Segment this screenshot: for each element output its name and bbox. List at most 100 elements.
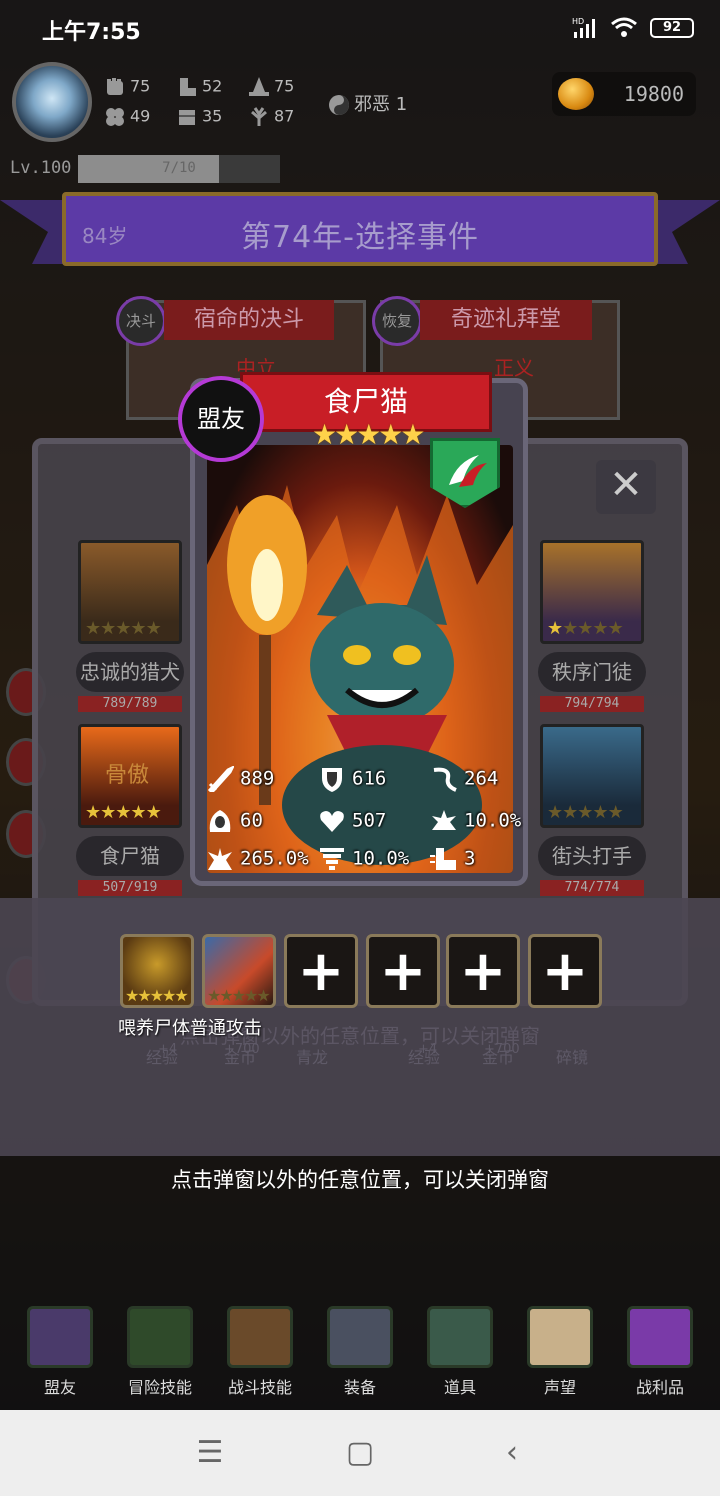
book-icon xyxy=(127,1306,193,1368)
card-stat-evasion: 10.0% xyxy=(318,846,409,872)
ghost-close-hint: 点击弹窗以外的任意位置，可以关闭弹窗 xyxy=(180,1024,540,1048)
nav-allies[interactable]: 盟友 xyxy=(20,1306,100,1398)
stat-nature: 87 xyxy=(248,106,294,128)
nav-loot[interactable]: 战利品 xyxy=(620,1306,700,1398)
battery-indicator: 92 xyxy=(650,18,694,38)
pouch-icon xyxy=(427,1306,493,1368)
wifi-icon xyxy=(611,17,637,37)
status-time: 上午7:55 xyxy=(42,20,141,45)
status-bar: 上午7:55 HD 92 xyxy=(0,0,720,56)
close-modal-hint: 点击弹窗以外的任意位置，可以关闭弹窗 xyxy=(171,1168,549,1192)
ally-slot-ghoul-cat[interactable]: 骨傲 ★★★★★ 食尸猫 507/919 xyxy=(76,724,184,896)
skill-slot-1[interactable]: ★★★★★ xyxy=(120,934,194,1008)
signal-icon: HD xyxy=(572,17,595,38)
ghost-reward-amount: +4 xyxy=(158,1042,178,1057)
whip-icon xyxy=(433,767,457,792)
ally-slot-disciple[interactable]: ★★★★★ 秩序门徒 794/794 xyxy=(538,540,646,712)
claw-icon xyxy=(449,455,487,487)
clover-icon xyxy=(106,108,124,126)
splat-icon xyxy=(208,848,232,870)
yin-yang-icon xyxy=(329,95,349,115)
card-stat-health: 507 xyxy=(318,808,386,834)
event-name-chapel: 奇迹礼拜堂 xyxy=(420,300,592,340)
card-stat-speed: 3 xyxy=(430,846,475,872)
stat-defense: 35 xyxy=(176,106,222,128)
boot-icon xyxy=(180,78,196,96)
card-stat-whip: 264 xyxy=(430,766,498,792)
ally-hp: 507/919 xyxy=(78,880,182,896)
coin-icon xyxy=(558,78,594,110)
nav-adventure-skills[interactable]: 冒险技能 xyxy=(120,1306,200,1398)
ally-stars: ★★★★★ xyxy=(85,618,162,639)
ally-stars: ★★★★★ xyxy=(85,802,162,823)
ally-portrait: ★★★★★ xyxy=(78,540,182,644)
tornado-icon xyxy=(320,848,344,870)
boot-icon xyxy=(430,848,456,870)
ghost-reward: 青龙 xyxy=(296,1048,329,1067)
wizard-hat-icon xyxy=(249,77,269,96)
skill-slot-2[interactable]: ★★★★★ xyxy=(202,934,276,1008)
skill-stars: ★★★★★ xyxy=(125,986,189,1005)
add-icon: + xyxy=(541,939,589,1004)
ally-hp: 794/794 xyxy=(540,696,644,712)
sword-icon xyxy=(207,766,234,792)
card-stat-defense: 616 xyxy=(318,766,386,792)
exp-text: 7/10 xyxy=(162,160,196,176)
nav-items[interactable]: 道具 xyxy=(420,1306,500,1398)
alignment-indicator: 邪恶 1 xyxy=(328,90,407,116)
ally-portrait: ★★★★★ xyxy=(540,540,644,644)
ally-hp: 774/774 xyxy=(540,880,644,896)
event-tag-chapel: 恢复 xyxy=(372,296,422,346)
player-avatar[interactable] xyxy=(12,62,92,142)
scroll-icon xyxy=(527,1306,593,1368)
ally-slot-hound[interactable]: ★★★★★ 忠诚的猎犬 789/789 xyxy=(76,540,184,712)
card-stat-attack: 889 xyxy=(206,766,274,792)
ally-name: 街头打手 xyxy=(538,836,646,876)
card-stat-crit-chance: 10.0% xyxy=(430,808,521,834)
banner-title: 第74年-选择事件 xyxy=(241,220,479,255)
gauntlet-icon xyxy=(27,1306,93,1368)
exp-bar: 7/10 xyxy=(78,155,280,183)
ally-slot-brawler[interactable]: ★★★★★ 街头打手 774/774 xyxy=(538,724,646,896)
shield-icon xyxy=(322,768,342,792)
skill-slot-add-3[interactable]: + xyxy=(446,934,520,1008)
chest-icon xyxy=(179,110,195,125)
close-button[interactable]: ✕ xyxy=(596,460,656,514)
ally-portrait: ★★★★★ xyxy=(540,724,644,828)
home-icon[interactable]: ▢ xyxy=(342,1436,378,1472)
nav-combat-skills[interactable]: 战斗技能 xyxy=(220,1306,300,1398)
ally-name: 秩序门徒 xyxy=(538,652,646,692)
card-type-tag: 盟友 xyxy=(178,376,264,462)
coin-counter: 19800 xyxy=(552,72,696,116)
back-icon[interactable]: ‹ xyxy=(494,1436,530,1472)
burst-icon xyxy=(432,810,456,830)
hood-icon xyxy=(209,810,231,832)
stat-magic: 75 xyxy=(248,76,294,98)
add-icon: + xyxy=(459,939,507,1004)
card-stat-stealth: 60 xyxy=(206,808,263,834)
heart-icon xyxy=(320,811,344,832)
skill-slot-add-2[interactable]: + xyxy=(366,934,440,1008)
player-level: Lv.100 xyxy=(10,158,72,178)
nav-equipment[interactable]: 装备 xyxy=(320,1306,400,1398)
system-navigation-bar: ☰ ▢ ‹ xyxy=(0,1410,720,1496)
backpack-icon xyxy=(227,1306,293,1368)
skill-stars: ★★★★★ xyxy=(207,986,271,1005)
skill-slot-add-1[interactable]: + xyxy=(284,934,358,1008)
treasure-chest-icon xyxy=(627,1306,693,1368)
card-stars: ★★★★★ xyxy=(312,418,426,451)
crossed-swords-icon xyxy=(327,1306,393,1368)
coin-value: 19800 xyxy=(623,82,684,106)
ally-stars: ★★★★★ xyxy=(547,618,624,639)
menu-icon[interactable]: ☰ xyxy=(192,1436,228,1472)
skill-slot-add-4[interactable]: + xyxy=(528,934,602,1008)
add-icon: + xyxy=(297,939,345,1004)
fist-icon xyxy=(107,78,123,95)
nav-reputation[interactable]: 声望 xyxy=(520,1306,600,1398)
event-name-duel: 宿命的决斗 xyxy=(164,300,334,340)
stat-strength: 75 xyxy=(104,76,150,98)
year-banner: 84岁 第74年-选择事件 xyxy=(62,192,658,266)
ally-name: 食尸猫 xyxy=(76,836,184,876)
ally-portrait-overlay-text: 骨傲 xyxy=(105,763,150,788)
ally-name: 忠诚的猎犬 xyxy=(76,652,184,692)
